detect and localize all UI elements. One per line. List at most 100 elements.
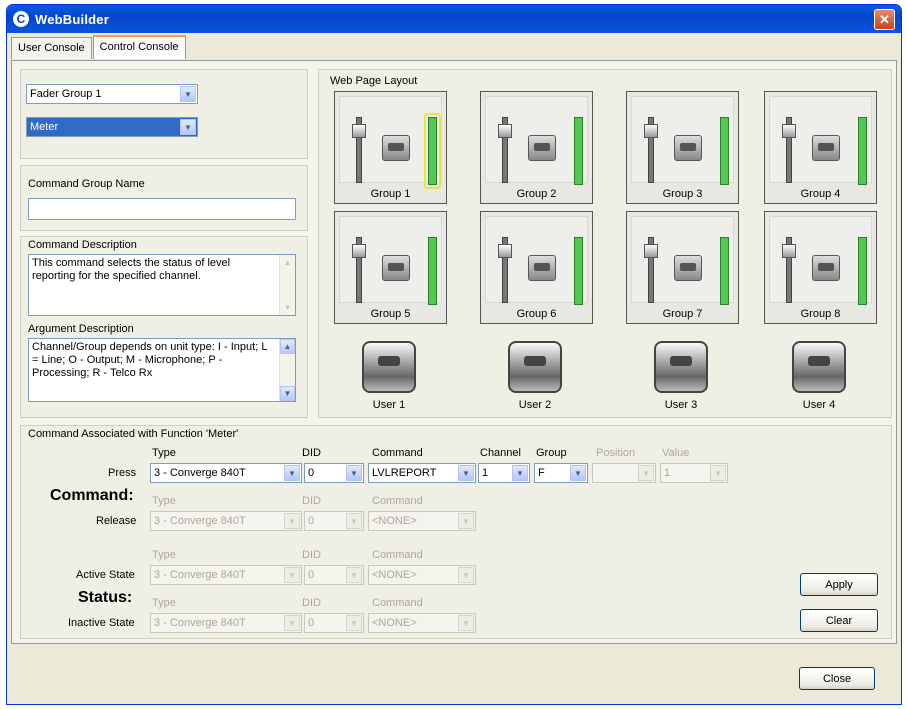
fader-icon [352, 117, 366, 183]
press-group-select[interactable]: F ▼ [534, 463, 588, 483]
press-did-select[interactable]: 0 ▼ [304, 463, 364, 483]
active-type-select[interactable]: 3 - Converge 840T ▼ [150, 565, 302, 585]
chevron-down-icon[interactable]: ▼ [346, 567, 362, 583]
mute-button-icon [674, 255, 702, 281]
mute-button-icon [812, 255, 840, 281]
level-meter-icon [574, 237, 583, 305]
group-tile[interactable]: Group 8 [764, 211, 877, 324]
scroll-down-icon[interactable]: ▼ [280, 300, 295, 315]
apply-button[interactable]: Apply [800, 573, 878, 596]
tile-canvas [631, 216, 734, 305]
active-col-did-label: DID [302, 549, 321, 561]
press-command-select[interactable]: LVLREPORT ▼ [368, 463, 476, 483]
user-button-label: User 1 [372, 399, 406, 411]
group-tile[interactable]: Group 4 [764, 91, 877, 204]
fader-icon [498, 237, 512, 303]
chevron-down-icon[interactable]: ▼ [346, 513, 362, 529]
command-section-box [20, 425, 892, 639]
release-command-select[interactable]: <NONE> ▼ [368, 511, 476, 531]
group-tile[interactable]: Group 1 [334, 91, 447, 204]
release-col-command-label: Command [372, 495, 423, 507]
clear-button[interactable]: Clear [800, 609, 878, 632]
group-tile-label: Group 5 [370, 308, 411, 320]
mute-button-icon [528, 255, 556, 281]
col-command-label: Command [372, 447, 423, 459]
chevron-down-icon[interactable]: ▼ [512, 465, 528, 481]
level-meter-icon [720, 117, 729, 185]
chevron-down-icon[interactable]: ▼ [284, 513, 300, 529]
inactive-did-value: 0 [308, 617, 315, 629]
chevron-down-icon[interactable]: ▼ [284, 465, 300, 481]
press-channel-select[interactable]: 1 ▼ [478, 463, 530, 483]
tab-bar: User Console Control Console [11, 35, 187, 61]
group-tile[interactable]: Group 2 [480, 91, 593, 204]
tab-user-console[interactable]: User Console [11, 37, 92, 59]
release-type-select[interactable]: 3 - Converge 840T ▼ [150, 511, 302, 531]
title-bar[interactable]: C WebBuilder ✕ [7, 5, 901, 33]
group-tile[interactable]: Group 3 [626, 91, 739, 204]
fader-icon [782, 237, 796, 303]
chevron-down-icon[interactable]: ▼ [458, 513, 474, 529]
chevron-down-icon[interactable]: ▼ [284, 567, 300, 583]
group-tile[interactable]: Group 7 [626, 211, 739, 324]
chevron-down-icon[interactable]: ▼ [570, 465, 586, 481]
window-close-icon[interactable]: ✕ [874, 9, 895, 30]
user-button[interactable] [654, 341, 708, 393]
tile-canvas [339, 216, 442, 305]
press-type-value: 3 - Converge 840T [154, 467, 246, 479]
chevron-down-icon[interactable]: ▼ [458, 615, 474, 631]
app-icon: C [13, 11, 29, 27]
release-command-value: <NONE> [372, 515, 417, 527]
chevron-down-icon[interactable]: ▼ [346, 615, 362, 631]
inactive-type-select[interactable]: 3 - Converge 840T ▼ [150, 613, 302, 633]
user-button[interactable] [792, 341, 846, 393]
chevron-down-icon[interactable]: ▼ [180, 86, 196, 102]
scroll-up-icon[interactable]: ▲ [280, 255, 295, 270]
tab-control-console[interactable]: Control Console [92, 35, 186, 59]
close-button[interactable]: Close [799, 667, 875, 690]
command-description-textarea[interactable]: This command selects the status of level… [28, 254, 296, 316]
group-tile-label: Group 7 [662, 308, 703, 320]
release-did-select[interactable]: 0 ▼ [304, 511, 364, 531]
chevron-down-icon[interactable]: ▼ [458, 465, 474, 481]
user-button[interactable] [508, 341, 562, 393]
argument-description-textarea[interactable]: Channel/Group depends on unit type: I - … [28, 338, 296, 402]
active-command-select[interactable]: <NONE> ▼ [368, 565, 476, 585]
user-button-label: User 2 [518, 399, 552, 411]
function-value: Meter [30, 121, 59, 133]
press-position-select[interactable]: ▼ [592, 463, 656, 483]
fader-icon [644, 117, 658, 183]
active-did-select[interactable]: 0 ▼ [304, 565, 364, 585]
status-heading: Status: [78, 589, 133, 606]
scroll-down-icon[interactable]: ▼ [280, 386, 295, 401]
press-did-value: 0 [308, 467, 315, 479]
fader-group-select[interactable]: Fader Group 1 ▼ [26, 84, 198, 104]
fader-knob-icon [352, 124, 366, 138]
webbuilder-window: C WebBuilder ✕ User Console Control Cons… [6, 4, 902, 705]
command-group-name-input[interactable] [28, 198, 296, 220]
argument-description-label: Argument Description [28, 323, 134, 335]
chevron-down-icon[interactable]: ▼ [346, 465, 362, 481]
command-description-scrollbar[interactable]: ▲ ▼ [279, 255, 295, 315]
function-select[interactable]: Meter ▼ [26, 117, 198, 137]
release-label: Release [96, 515, 137, 527]
chevron-down-icon[interactable]: ▼ [284, 615, 300, 631]
scroll-up-icon[interactable]: ▲ [280, 339, 295, 354]
chevron-down-icon[interactable]: ▼ [180, 119, 196, 135]
press-type-select[interactable]: 3 - Converge 840T ▼ [150, 463, 302, 483]
chevron-down-icon[interactable]: ▼ [638, 465, 654, 481]
argument-description-scrollbar[interactable]: ▲ ▼ [279, 339, 295, 401]
press-command-value: LVLREPORT [372, 467, 437, 479]
mute-button-icon [674, 135, 702, 161]
active-col-type-label: Type [152, 549, 176, 561]
press-value-value: 1 [664, 467, 671, 479]
chevron-down-icon[interactable]: ▼ [710, 465, 726, 481]
chevron-down-icon[interactable]: ▼ [458, 567, 474, 583]
user-button[interactable] [362, 341, 416, 393]
group-tile[interactable]: Group 5 [334, 211, 447, 324]
inactive-did-select[interactable]: 0 ▼ [304, 613, 364, 633]
group-tile[interactable]: Group 6 [480, 211, 593, 324]
inactive-command-select[interactable]: <NONE> ▼ [368, 613, 476, 633]
col-group-label: Group [536, 447, 567, 459]
press-value-select[interactable]: 1 ▼ [660, 463, 728, 483]
